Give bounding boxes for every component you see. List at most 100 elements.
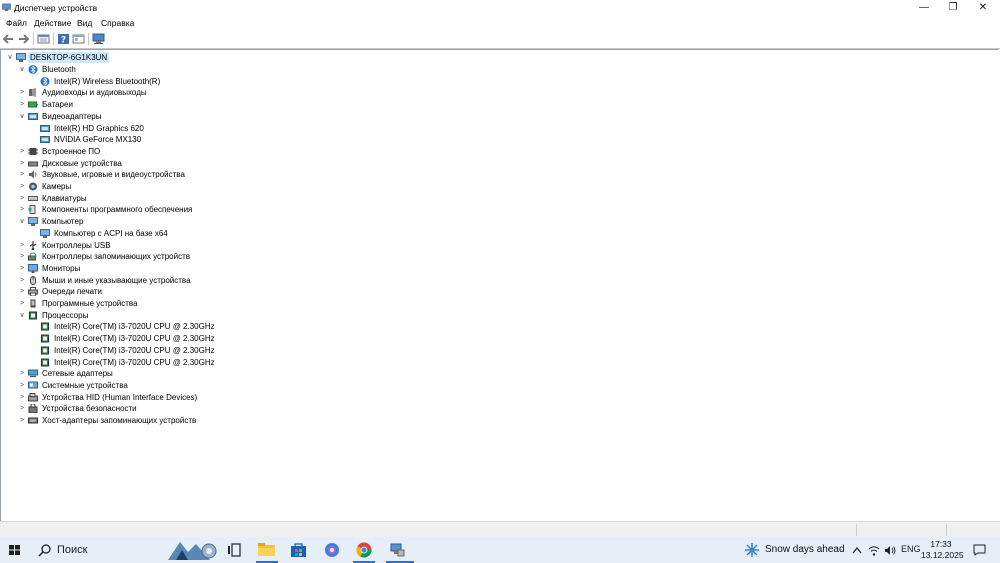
battery-icon: [28, 101, 38, 108]
system-device-icon: [28, 381, 38, 389]
expander-collapsed[interactable]: >: [18, 392, 26, 403]
device-manager-taskbar-icon[interactable]: [389, 542, 405, 558]
audio-icon: [29, 88, 36, 98]
menu-view[interactable]: Вид: [77, 18, 92, 28]
display-adapter-icon: [28, 112, 38, 120]
search-box[interactable]: Поиск: [57, 544, 87, 556]
expander-expanded[interactable]: ∨: [18, 111, 26, 122]
tree-item-label: Устройства безопасности: [42, 404, 137, 414]
expander-collapsed[interactable]: >: [18, 193, 26, 204]
tree-item-label: Видеоадаптеры: [42, 111, 102, 121]
store-icon[interactable]: [291, 543, 306, 557]
properties-icon[interactable]: [37, 33, 50, 45]
expander-collapsed[interactable]: >: [18, 380, 26, 391]
expander-collapsed[interactable]: >: [18, 87, 26, 98]
expander-expanded[interactable]: ∨: [18, 64, 26, 75]
speaker-icon[interactable]: [884, 545, 896, 556]
snow-weather-icon[interactable]: [745, 543, 759, 557]
tree-item-label: Хост-адаптеры запоминающих устройств: [42, 416, 197, 425]
taskbar: Поиск Snow days ahead ENG 17:33 13.12.20…: [0, 537, 1000, 563]
toolbar-separator: [88, 33, 89, 45]
tree-item-label: Встроенное ПО: [42, 146, 101, 156]
expander-expanded[interactable]: ∨: [18, 310, 26, 321]
scan-hardware-icon[interactable]: [92, 33, 105, 45]
expander-collapsed[interactable]: >: [18, 181, 26, 192]
task-view-icon[interactable]: [227, 543, 241, 557]
status-bar: [0, 521, 1000, 538]
firmware-icon: [28, 147, 38, 155]
clock[interactable]: 17:33 13.12.2025: [921, 539, 964, 561]
tree-item-label: Процессоры: [42, 310, 89, 320]
storage-controller-icon: [28, 252, 37, 261]
expander-collapsed[interactable]: >: [18, 286, 26, 297]
tree-item-label: Intel(R) Core(TM) i3-7020U CPU @ 2.30GHz: [54, 345, 215, 355]
search-icon[interactable]: [38, 543, 52, 557]
processor-icon: [41, 346, 49, 355]
host-adapter-icon: [28, 417, 38, 424]
tree-item-label: Аудиовходы и аудиовыходы: [42, 88, 147, 98]
expander-collapsed[interactable]: >: [18, 403, 26, 414]
expander-collapsed[interactable]: >: [18, 251, 26, 262]
close-button[interactable]: ✕: [968, 0, 998, 16]
processor-icon: [41, 358, 49, 366]
expander-expanded[interactable]: ∨: [6, 52, 14, 63]
tree-item-label: Контроллеры запоминающих устройств: [42, 252, 190, 262]
tree-item-label: Контроллеры USB: [42, 240, 111, 250]
expander-collapsed[interactable]: >: [18, 263, 26, 274]
software-component-icon: [28, 205, 36, 215]
help-icon[interactable]: ?: [57, 33, 70, 45]
tree-item-label: Устройства HID (Human Interface Devices): [42, 392, 198, 402]
camera-icon: [29, 182, 37, 191]
copilot-icon[interactable]: [324, 542, 340, 558]
toolbar-separator: [53, 33, 54, 45]
menu-file[interactable]: Файл: [6, 18, 27, 28]
maximize-button[interactable]: ❐: [938, 0, 968, 16]
root-label: DESKTOP-6G1K3UN: [28, 52, 110, 63]
security-device-icon: [28, 404, 38, 414]
chevron-up-icon[interactable]: [852, 546, 862, 554]
search-highlight-icon[interactable]: [166, 538, 218, 562]
minimize-button[interactable]: —: [909, 0, 939, 16]
display-adapter-icon: [40, 124, 50, 132]
file-explorer-icon[interactable]: [258, 543, 275, 557]
tree-item-label: NVIDIA GeForce MX130: [54, 135, 142, 145]
tree-item-label: Intel(R) Core(TM) i3-7020U CPU @ 2.30GHz: [54, 334, 215, 344]
chrome-icon[interactable]: [356, 542, 372, 558]
tree-item-label: Компьютер с ACPI на базе x64: [54, 228, 168, 238]
device-manager-icon: [2, 3, 11, 12]
status-separator: [946, 524, 947, 536]
expander-collapsed[interactable]: >: [18, 275, 26, 286]
hid-icon: [28, 392, 38, 402]
expander-collapsed[interactable]: >: [18, 240, 26, 251]
expander-collapsed[interactable]: >: [18, 158, 26, 169]
expander-collapsed[interactable]: >: [18, 146, 26, 157]
processor-icon: [41, 334, 49, 343]
language-indicator[interactable]: ENG: [901, 544, 921, 554]
expander-collapsed[interactable]: >: [18, 298, 26, 309]
wifi-icon[interactable]: [868, 545, 880, 556]
computer-icon: [40, 228, 50, 238]
monitor-icon: [28, 263, 38, 273]
expander-collapsed[interactable]: >: [18, 204, 26, 215]
back-arrow-icon[interactable]: [2, 33, 15, 45]
notifications-icon[interactable]: [973, 544, 986, 556]
expander-collapsed[interactable]: >: [18, 99, 26, 110]
windows-start-icon[interactable]: [9, 545, 20, 555]
computer-icon: [28, 217, 38, 227]
expander-collapsed[interactable]: >: [18, 415, 26, 426]
menu-help[interactable]: Справка: [101, 18, 134, 28]
expander-expanded[interactable]: ∨: [18, 216, 26, 227]
title-bar: Диспетчер устройств — ❐ ✕: [0, 0, 1000, 16]
tree-item-label: Клавиатуры: [42, 193, 87, 203]
toolbar: ?: [0, 30, 1000, 49]
expander-collapsed[interactable]: >: [18, 169, 26, 180]
weather-widget[interactable]: Snow days ahead: [765, 544, 845, 555]
tree-item-label: Intel(R) Wireless Bluetooth(R): [54, 76, 161, 86]
forward-arrow-icon[interactable]: [17, 33, 30, 45]
expander-collapsed[interactable]: >: [18, 368, 26, 379]
view-icon[interactable]: [72, 33, 85, 45]
menu-action[interactable]: Действие: [34, 18, 71, 28]
mouse-icon: [30, 275, 36, 285]
tree-item-label: Батареи: [42, 100, 73, 110]
menu-bar: Файл Действие Вид Справка: [0, 17, 1000, 29]
